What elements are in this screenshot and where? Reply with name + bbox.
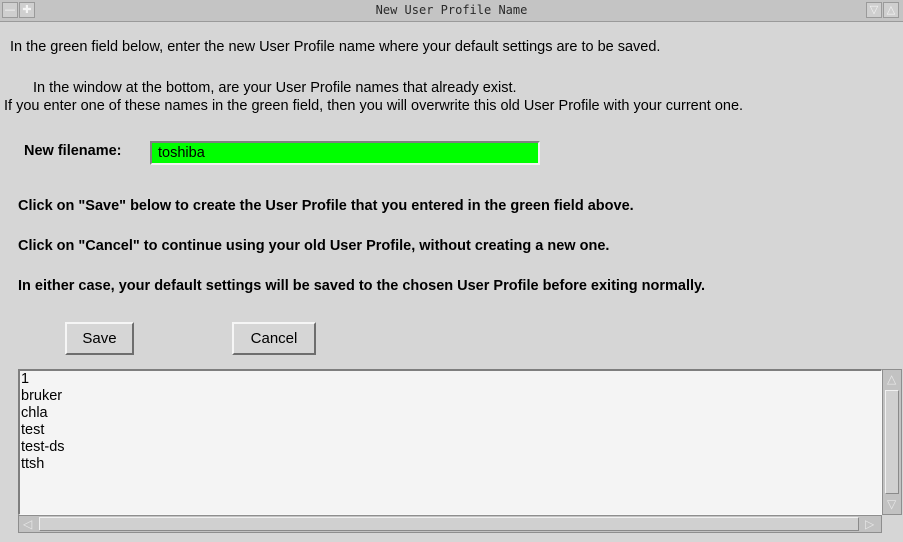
dialog-window: — ✚ New User Profile Name ▽ △ In the gre… — [0, 0, 903, 542]
profile-list[interactable]: 1 bruker chla test test-ds ttsh — [18, 369, 882, 515]
list-item[interactable]: test-ds — [21, 439, 881, 456]
instruction-enter-name: In the green field below, enter the new … — [10, 39, 661, 55]
list-item[interactable]: ttsh — [21, 456, 881, 473]
title-bar[interactable]: — ✚ New User Profile Name ▽ △ — [0, 0, 903, 22]
filename-label: New filename: — [24, 143, 122, 159]
minimize-icon[interactable]: ▽ — [866, 2, 882, 18]
scroll-up-icon[interactable]: △ — [887, 373, 896, 385]
scroll-right-icon[interactable]: ▷ — [865, 518, 874, 530]
horizontal-scroll-thumb[interactable] — [39, 517, 859, 531]
instruction-overwrite-warning: If you enter one of these names in the g… — [4, 98, 744, 114]
list-item[interactable]: 1 — [21, 371, 881, 388]
new-filename-input[interactable] — [150, 141, 540, 165]
save-button[interactable]: Save — [65, 322, 134, 355]
instruction-existing-names: In the window at the bottom, are your Us… — [33, 80, 517, 96]
scroll-down-icon[interactable]: ▽ — [887, 498, 896, 510]
list-item[interactable]: chla — [21, 405, 881, 422]
either-case-note: In either case, your default settings wi… — [18, 278, 706, 294]
scroll-left-icon[interactable]: ◁ — [23, 518, 32, 530]
save-instruction: Click on "Save" below to create the User… — [18, 198, 634, 214]
window-title: New User Profile Name — [375, 3, 528, 17]
list-item[interactable]: bruker — [21, 388, 881, 405]
horizontal-scrollbar[interactable]: ◁ ▷ — [18, 515, 882, 533]
maximize-icon[interactable]: △ — [883, 2, 899, 18]
vertical-scroll-thumb[interactable] — [885, 390, 899, 494]
list-item[interactable]: test — [21, 422, 881, 439]
vertical-scrollbar[interactable]: △ ▽ — [882, 369, 902, 515]
cancel-button[interactable]: Cancel — [232, 322, 316, 355]
cancel-instruction: Click on "Cancel" to continue using your… — [18, 238, 610, 254]
